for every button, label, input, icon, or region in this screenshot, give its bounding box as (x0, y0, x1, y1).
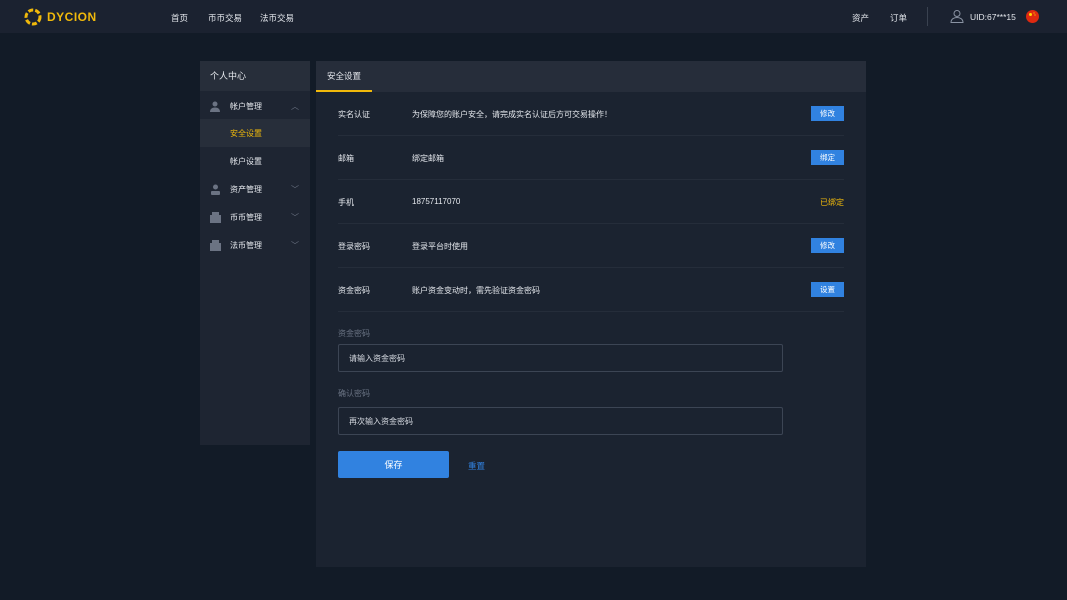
logo-icon (24, 8, 42, 26)
user-icon[interactable] (950, 9, 964, 23)
user-uid[interactable]: UID:67***15 (970, 12, 1016, 22)
chevron-down-icon: ﹀ (291, 212, 299, 222)
logo[interactable]: DYCION (24, 8, 97, 26)
set-fund-password-button[interactable]: 设置 (811, 282, 844, 297)
china-flag-icon[interactable] (1026, 10, 1039, 23)
sidebar-item-account-settings[interactable]: 帐户设置 (200, 147, 310, 175)
modify-real-name-button[interactable]: 修改 (811, 106, 844, 121)
sidebar-item-asset-management[interactable]: 资产管理 ﹀ (200, 175, 310, 203)
coin-icon (210, 211, 221, 223)
row-login-password: 登录密码 登录平台时使用 修改 (338, 224, 844, 268)
row-phone: 手机 18757117070 已绑定 (338, 180, 844, 224)
modify-login-password-button[interactable]: 修改 (811, 238, 844, 253)
confirm-password-input[interactable] (338, 407, 783, 435)
logo-text: DYCION (47, 10, 97, 24)
nav-assets[interactable]: 资产 (852, 12, 869, 24)
top-header: DYCION 首页 币币交易 法币交易 资产 订单 UID:67***15 (0, 0, 1067, 33)
row-email: 邮箱 绑定邮箱 绑定 (338, 136, 844, 180)
chevron-down-icon: ﹀ (291, 240, 299, 250)
save-button[interactable]: 保存 (338, 451, 449, 478)
fund-password-label: 资金密码 (338, 329, 370, 338)
tab-bar: 安全设置 (316, 61, 866, 92)
sidebar-item-security-settings[interactable]: 安全设置 (200, 119, 310, 147)
nav-orders[interactable]: 订单 (890, 12, 907, 24)
sidebar-title: 个人中心 (200, 61, 310, 91)
confirm-password-label: 确认密码 (338, 389, 370, 398)
chevron-up-icon: ︿ (291, 101, 299, 111)
divider (927, 7, 928, 26)
sidebar-item-account-management[interactable]: 帐户管理 ︿ (200, 92, 310, 120)
asset-icon (211, 184, 220, 195)
bound-status: 已绑定 (820, 198, 844, 207)
sidebar-item-spot-management[interactable]: 币币管理 ﹀ (200, 203, 310, 231)
bind-email-button[interactable]: 绑定 (811, 150, 844, 165)
sidebar: 个人中心 帐户管理 ︿ 安全设置 帐户设置 资产管理 ﹀ 币币管理 ﹀ 法币管理… (200, 61, 310, 445)
tab-security-settings[interactable]: 安全设置 (316, 61, 372, 92)
chevron-down-icon: ﹀ (291, 184, 299, 194)
fund-password-input[interactable] (338, 344, 783, 372)
main-panel: 安全设置 实名认证 为保障您的账户安全，请完成实名认证后方可交易操作！ 修改 邮… (316, 61, 866, 567)
reset-button[interactable]: 重置 (468, 460, 485, 472)
row-real-name: 实名认证 为保障您的账户安全，请完成实名认证后方可交易操作！ 修改 (338, 92, 844, 136)
nav-home[interactable]: 首页 (171, 12, 188, 24)
fiat-icon (210, 239, 221, 251)
user-icon (210, 101, 220, 112)
row-fund-password: 资金密码 账户资金变动时，需先验证资金密码 设置 (338, 268, 844, 312)
nav-fiat-trade[interactable]: 法币交易 (260, 12, 294, 24)
nav-spot-trade[interactable]: 币币交易 (208, 12, 242, 24)
sidebar-item-fiat-management[interactable]: 法币管理 ﹀ (200, 231, 310, 259)
